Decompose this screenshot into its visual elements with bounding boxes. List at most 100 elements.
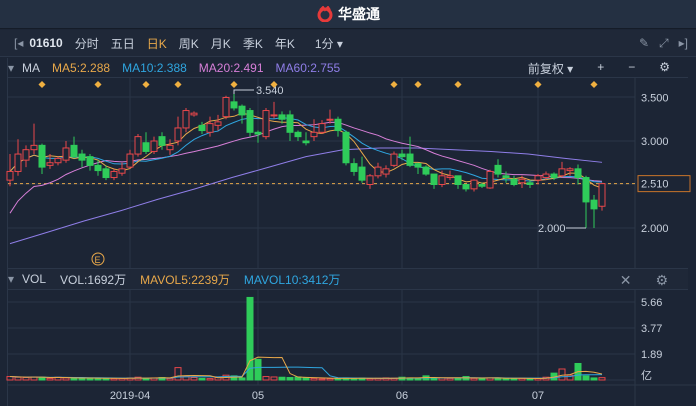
volume-bar [430, 377, 438, 381]
candle-body [558, 168, 566, 177]
candle-body [174, 127, 182, 142]
volume-bar [254, 358, 262, 381]
volume-bar [110, 378, 118, 381]
ma10-line [9, 117, 603, 183]
candle-body [222, 97, 230, 118]
volume-bar [590, 377, 598, 381]
candle-body [166, 144, 174, 151]
candle-body [94, 164, 102, 172]
volume-bar [190, 377, 198, 381]
candle-body [70, 144, 78, 158]
price-tick-label: 3.500 [641, 93, 669, 105]
vol-label[interactable]: VOL [22, 272, 46, 286]
close-icon[interactable]: ✕ [620, 272, 632, 289]
price-tick-label: 3.000 [641, 136, 669, 148]
candle-body [494, 164, 502, 175]
event-diamond-icon [534, 80, 542, 89]
event-diamond-icon [38, 80, 46, 89]
volume-bar [598, 377, 606, 381]
volume-bar [302, 377, 310, 381]
candle-body [214, 121, 222, 126]
volume-bar [262, 376, 270, 381]
candle-body [262, 110, 270, 138]
candle-body [302, 140, 310, 144]
candle-body [486, 170, 494, 189]
volume-bar [270, 376, 278, 381]
candle-body [542, 173, 550, 179]
candle-body [422, 166, 430, 175]
volume-bar [310, 377, 318, 381]
chevron-down-icon[interactable]: ▾ [8, 272, 14, 286]
candle-body [462, 184, 470, 190]
volume-bar [206, 378, 214, 381]
volume-bar [22, 377, 30, 381]
candle-body [454, 175, 462, 186]
volume-bar [582, 375, 590, 381]
volume-bar [198, 377, 206, 381]
volume-bar [86, 377, 94, 381]
vol-tick-label: 5.66 [641, 297, 662, 309]
mavol5-value: MAVOL5:2239万 [140, 272, 230, 287]
event-diamond-icon [390, 80, 398, 89]
candle-body [398, 153, 406, 158]
candle-body [62, 147, 70, 161]
candle-body [270, 114, 278, 117]
volume-bar [326, 378, 334, 381]
candle-body [446, 175, 454, 179]
date-label: 05 [252, 390, 264, 402]
event-diamond-icon [94, 80, 102, 89]
candle-body [590, 199, 598, 210]
candle-body [438, 175, 446, 186]
vol-tick-label: 3.77 [641, 323, 662, 335]
candle-body [142, 142, 150, 152]
candle-body [14, 153, 22, 172]
candle-body [198, 124, 206, 132]
candle-body [350, 163, 358, 172]
candle-body [574, 168, 582, 179]
event-diamond-icon [414, 80, 422, 89]
volume-bar [278, 376, 286, 381]
candle-body [598, 183, 606, 207]
candle-body [534, 175, 542, 181]
mavol10-line [9, 366, 603, 379]
event-diamond-icon [590, 80, 598, 89]
date-label: 06 [396, 390, 408, 402]
candle-body [86, 156, 94, 166]
mavol10-value: MAVOL10:3412万 [243, 272, 341, 287]
candle-body [246, 110, 254, 133]
candle-body [230, 101, 238, 109]
event-diamond-icon [454, 80, 462, 89]
vol-unit-label: 亿 [641, 369, 652, 382]
volume-bar [174, 367, 182, 381]
high-price-label: 3.540 [256, 85, 284, 97]
gear-icon[interactable]: ⚙ [655, 272, 668, 289]
candle-body [382, 168, 390, 175]
candle-body [478, 184, 486, 187]
candle-body [518, 178, 526, 184]
volume-bar [510, 378, 518, 381]
volume-bar [366, 378, 374, 381]
candle-body [126, 153, 134, 168]
candle-body [206, 123, 214, 133]
candle-body [310, 131, 318, 138]
candle-body [566, 168, 574, 172]
volume-bar [286, 377, 294, 381]
kline-chart[interactable]: 3.500 3.000 2.000 2.510 5.66 3.77 1.89 亿 3.540 2.… [0, 0, 696, 406]
volume-bar [478, 378, 486, 381]
candle-body [342, 131, 350, 164]
volume-bar [46, 377, 54, 381]
candle-body [430, 173, 438, 185]
volume-bar [558, 368, 566, 381]
date-label: 2019-04 [110, 390, 150, 402]
candle-body [238, 105, 246, 116]
volume-bar [470, 377, 478, 381]
volume-bar [166, 377, 174, 381]
candle-body [366, 175, 374, 186]
candle-body [6, 170, 14, 181]
candle-body [150, 140, 158, 152]
event-diamond-icon [230, 80, 238, 89]
candle-body [550, 173, 558, 179]
vol-tick-label: 1.89 [641, 349, 662, 361]
candle-body [582, 177, 590, 203]
candle-body [470, 179, 478, 190]
